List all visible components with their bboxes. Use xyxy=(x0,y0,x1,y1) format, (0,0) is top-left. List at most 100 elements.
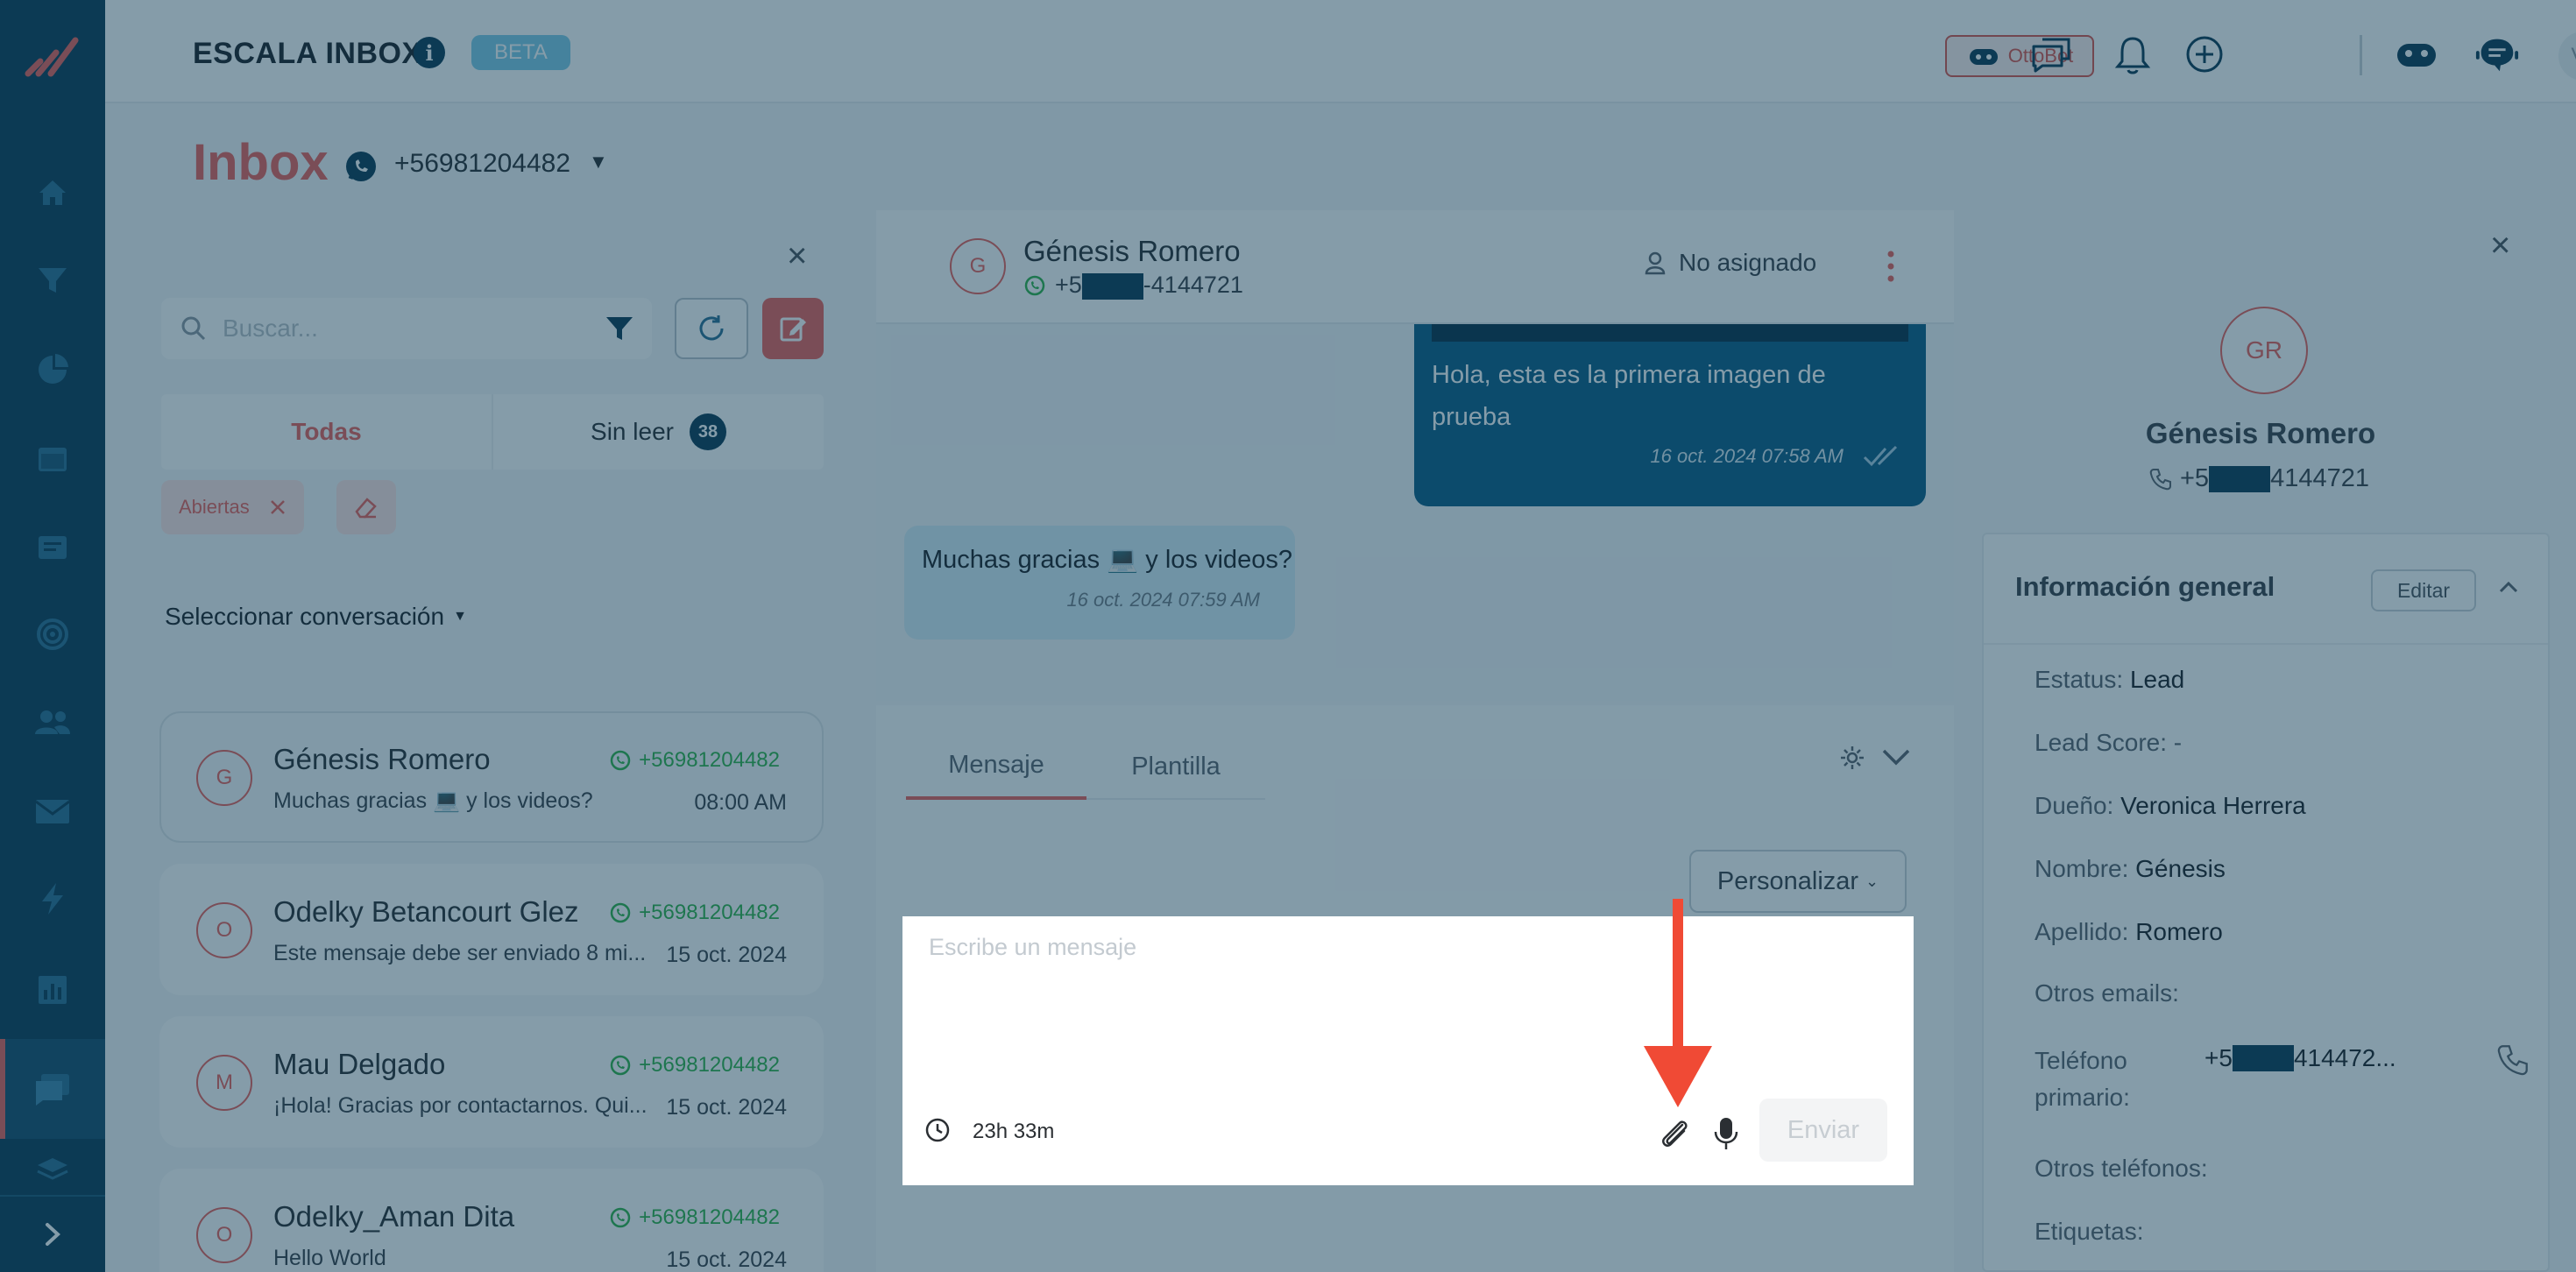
top-bar: ESCALA INBOX i BETA OttoBot VH ⌄ xyxy=(105,0,2576,103)
filter-icon[interactable] xyxy=(605,315,634,342)
contact-name: Génesis Romero xyxy=(2145,417,2376,449)
conversation-time: 08:00 AM xyxy=(694,790,787,815)
conversation-item[interactable]: M Mau Delgado +56981204482 ¡Hola! Gracia… xyxy=(159,1016,824,1148)
conversation-channel-number: +56981204482 xyxy=(639,748,780,772)
chat-contact-name[interactable]: Génesis Romero xyxy=(1023,235,1241,268)
field-primary-phone-label: Teléfono primario: xyxy=(2035,1047,2130,1111)
compose-button[interactable] xyxy=(762,298,824,359)
list-tabs: Todas Sin leer 38 xyxy=(161,394,824,470)
page-title: Inbox xyxy=(193,134,329,191)
escala-logo-icon[interactable] xyxy=(25,28,81,77)
nav-target-icon[interactable] xyxy=(0,590,105,678)
field-lead-score: Lead Score: - xyxy=(2035,729,2182,757)
paperclip-icon[interactable] xyxy=(1656,1114,1695,1153)
expand-rail-chevron-icon[interactable] xyxy=(0,1195,105,1272)
tab-all[interactable]: Todas xyxy=(161,394,493,470)
conversation-item[interactable]: G Génesis Romero +56981204482 Muchas gra… xyxy=(159,711,824,843)
field-value: Lead xyxy=(2129,666,2185,693)
conversation-channel-number: +56981204482 xyxy=(639,901,780,924)
nav-piechart-icon[interactable] xyxy=(0,326,105,413)
tab-unread[interactable]: Sin leer 38 xyxy=(493,394,824,470)
nav-funnel-icon[interactable] xyxy=(0,237,105,324)
tab-template[interactable]: Plantilla xyxy=(1086,733,1265,800)
clear-filters-button[interactable] xyxy=(336,480,396,534)
more-options-icon[interactable] xyxy=(1886,249,1896,284)
redacted-block xyxy=(2232,1045,2294,1071)
conversations-icon[interactable] xyxy=(2029,32,2075,77)
tab-template-label: Plantilla xyxy=(1131,752,1221,781)
robot-icon xyxy=(1966,44,2001,68)
chevron-up-icon[interactable] xyxy=(2497,578,2520,596)
nav-mail-icon[interactable] xyxy=(0,767,105,855)
caret-down-icon[interactable]: ▼ xyxy=(589,151,608,173)
edit-button[interactable]: Editar xyxy=(2371,569,2476,611)
nav-message-icon[interactable] xyxy=(0,505,105,592)
nav-reports-icon[interactable] xyxy=(0,946,105,1034)
phone-icon xyxy=(2148,467,2173,491)
message-image[interactable] xyxy=(1432,324,1908,342)
field-last-name: Apellido: Romero xyxy=(2035,918,2223,946)
search-icon xyxy=(180,315,207,342)
conversation-preview: Este mensaje debe ser enviado 8 mi... xyxy=(273,941,647,965)
chevron-down-icon[interactable] xyxy=(1879,744,1914,768)
chat-avatar[interactable]: G xyxy=(950,238,1006,294)
conversation-item[interactable]: O Odelky Betancourt Glez +56981204482 Es… xyxy=(159,864,824,995)
info-icon[interactable]: i xyxy=(414,37,445,68)
nav-home-icon[interactable] xyxy=(0,149,105,237)
search-input[interactable] xyxy=(223,314,573,343)
nav-layers-icon[interactable] xyxy=(0,1144,105,1197)
clock-icon xyxy=(924,1116,952,1144)
customize-label: Personalizar xyxy=(1716,866,1859,895)
whatsapp-icon xyxy=(343,149,379,184)
bell-icon[interactable] xyxy=(2110,32,2155,77)
call-phone-icon[interactable] xyxy=(2495,1042,2530,1078)
tab-unread-label: Sin leer xyxy=(591,418,674,445)
nav-window-icon[interactable] xyxy=(0,415,105,503)
select-conversation-dropdown[interactable]: Seleccionar conversación ▼ xyxy=(165,603,467,631)
general-info-header: Información general Editar xyxy=(1984,534,2548,645)
conversation-preview: Hello World xyxy=(273,1246,386,1270)
eraser-icon xyxy=(353,494,379,520)
chevron-down-icon: ⌄ xyxy=(1865,872,1879,890)
caret-down-icon: ▼ xyxy=(453,609,467,624)
primary-phone-suffix: 414472... xyxy=(2293,1044,2396,1071)
nav-contacts-icon[interactable] xyxy=(0,678,105,766)
field-label: Apellido: xyxy=(2035,918,2129,945)
close-icon[interactable]: × xyxy=(787,238,807,273)
incoming-message-text: Muchas gracias 💻 y los videos? xyxy=(922,546,1292,574)
conversation-time: 15 oct. 2024 xyxy=(666,1247,787,1272)
nav-bolt-icon[interactable] xyxy=(0,855,105,943)
outgoing-message-text: Hola, esta es la primera imagen de prueb… xyxy=(1432,361,1826,431)
gear-icon[interactable] xyxy=(1838,744,1866,772)
whatsapp-icon xyxy=(609,1206,632,1229)
app-title: ESCALA INBOX xyxy=(193,37,422,70)
bot-icon[interactable] xyxy=(2394,32,2439,77)
close-icon[interactable]: × xyxy=(2490,228,2510,263)
conversation-time: 15 oct. 2024 xyxy=(666,943,787,967)
inbox-phone-selector[interactable]: +56981204482 xyxy=(394,149,570,179)
conversation-preview: Muchas gracias 💻 y los videos? xyxy=(273,788,593,813)
conversation-channel: +56981204482 xyxy=(609,901,780,925)
conversation-channel: +56981204482 xyxy=(609,1205,780,1230)
tab-message[interactable]: Mensaje xyxy=(906,733,1086,800)
left-nav-rail xyxy=(0,0,105,1272)
field-tags: Etiquetas: xyxy=(2035,1218,2144,1245)
nav-inbox-icon[interactable] xyxy=(0,1039,105,1139)
message-input-box: 23h 33m Enviar xyxy=(902,916,1914,1185)
chat-contact-phone: +5 -4144721 xyxy=(1023,272,1243,300)
conversation-item[interactable]: O Odelky_Aman Dita +56981204482 Hello Wo… xyxy=(159,1169,824,1272)
send-button[interactable]: Enviar xyxy=(1759,1099,1887,1162)
user-avatar[interactable]: VH xyxy=(2558,32,2576,81)
assign-dropdown[interactable]: No asignado xyxy=(1644,249,1816,277)
message-input[interactable] xyxy=(929,934,1884,1065)
microphone-icon[interactable] xyxy=(1710,1114,1742,1153)
support-chat-icon[interactable] xyxy=(2474,32,2520,77)
field-status: Estatus: Lead xyxy=(2035,666,2184,694)
add-circle-icon[interactable] xyxy=(2182,32,2227,77)
refresh-button[interactable] xyxy=(675,298,748,359)
remove-filter-icon[interactable] xyxy=(269,498,287,516)
filter-chip-open[interactable]: Abiertas xyxy=(161,480,304,534)
field-label: Estatus: xyxy=(2035,666,2124,693)
customize-button[interactable]: Personalizar ⌄ xyxy=(1689,850,1907,913)
conversation-name: Odelky_Aman Dita xyxy=(273,1200,515,1233)
